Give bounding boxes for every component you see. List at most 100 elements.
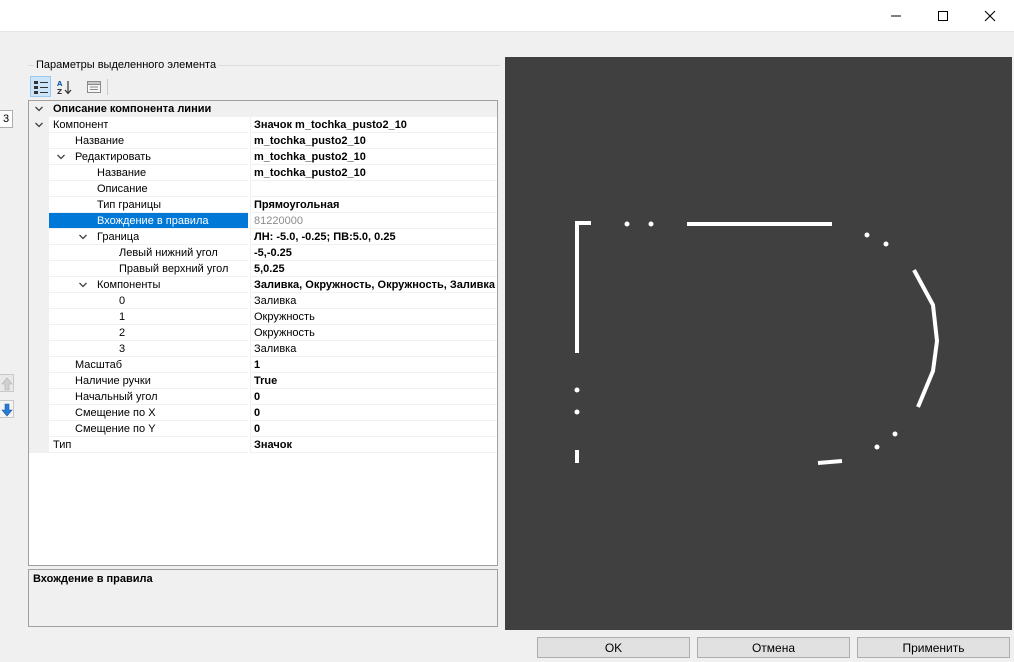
property-name: Компоненты xyxy=(97,279,161,291)
grid-property-row[interactable]: Редактировать m_tochka_pusto2_10 xyxy=(29,149,497,165)
ok-button[interactable]: OK xyxy=(537,637,690,658)
property-name-cell xyxy=(49,181,248,197)
chevron-down-icon[interactable] xyxy=(78,232,88,242)
property-value[interactable]: Прямоугольная xyxy=(250,197,497,213)
property-name: 0 xyxy=(119,295,126,307)
property-name: 1 xyxy=(119,311,126,323)
property-name: Левый нижний угол xyxy=(119,247,218,259)
property-value[interactable]: -5,-0.25 xyxy=(250,245,497,261)
group-box-title: Параметры выделенного элемента xyxy=(34,59,219,71)
property-value[interactable]: Значок xyxy=(250,437,497,453)
property-value[interactable]: Заливка, Окружность, Окружность, Заливка xyxy=(250,277,497,293)
preview-dot xyxy=(574,387,580,393)
number-field[interactable]: 3 xyxy=(0,110,13,128)
title-bar xyxy=(0,0,1014,32)
property-name-cell xyxy=(49,165,248,181)
property-name: Вхождение в правила xyxy=(97,215,209,227)
grid-property-row[interactable]: 1 Окружность xyxy=(29,309,497,325)
property-value[interactable]: Окружность xyxy=(250,325,497,341)
grid-property-row[interactable]: Компонент Значок m_tochka_pusto2_10 xyxy=(29,117,497,133)
property-name: Редактировать xyxy=(75,151,151,163)
property-value[interactable]: 1 xyxy=(250,357,497,373)
minimize-button[interactable] xyxy=(873,0,919,32)
grid-property-row[interactable]: Правый верхний угол 5,0.25 xyxy=(29,261,497,277)
symbol-preview[interactable] xyxy=(505,57,1012,630)
property-name: Тип границы xyxy=(97,199,162,211)
property-value[interactable]: 0 xyxy=(250,389,497,405)
row-gutter xyxy=(29,277,49,293)
property-value[interactable]: Значок m_tochka_pusto2_10 xyxy=(250,117,497,133)
property-value[interactable]: m_tochka_pusto2_10 xyxy=(250,149,497,165)
property-value[interactable] xyxy=(250,181,497,197)
chevron-down-icon[interactable] xyxy=(78,280,88,290)
svg-text:A: A xyxy=(57,80,63,88)
preview-dot xyxy=(648,221,654,227)
grid-property-row[interactable]: 2 Окружность xyxy=(29,325,497,341)
grid-property-row[interactable]: Левый нижний угол -5,-0.25 xyxy=(29,245,497,261)
preview-bottom-line xyxy=(817,459,843,465)
grid-property-row[interactable]: Смещение по Y 0 xyxy=(29,421,497,437)
property-value[interactable]: 5,0.25 xyxy=(250,261,497,277)
grid-property-row[interactable]: Вхождение в правила 81220000 xyxy=(29,213,497,229)
grid-property-row[interactable]: Граница ЛН: -5.0, -0.25; ПВ:5.0, 0.25 xyxy=(29,229,497,245)
row-gutter xyxy=(29,229,49,245)
preview-dot xyxy=(883,241,889,247)
maximize-button[interactable] xyxy=(920,0,966,32)
grid-property-row[interactable]: Наличие ручки True xyxy=(29,373,497,389)
preview-dot xyxy=(624,221,630,227)
row-gutter xyxy=(29,405,49,421)
property-name: Граница xyxy=(97,231,140,243)
preview-dot xyxy=(892,431,898,437)
grid-category-row[interactable]: Описание компонента линии xyxy=(29,101,497,117)
property-pages-button[interactable] xyxy=(83,76,104,97)
grid-property-row[interactable]: Начальный угол 0 xyxy=(29,389,497,405)
alphabetical-button[interactable]: A Z xyxy=(53,76,74,97)
toolbar-separator xyxy=(107,79,108,95)
grid-property-row[interactable]: 3 Заливка xyxy=(29,341,497,357)
property-value[interactable]: 0 xyxy=(250,405,497,421)
alphabetical-sort-icon: A Z xyxy=(57,80,71,95)
property-name: Наличие ручки xyxy=(75,375,151,387)
property-value[interactable]: 0 xyxy=(250,421,497,437)
chevron-down-icon[interactable] xyxy=(34,104,44,114)
row-gutter xyxy=(29,325,49,341)
move-down-button[interactable] xyxy=(0,400,14,418)
chevron-down-icon[interactable] xyxy=(34,120,44,130)
grid-property-row[interactable]: Название m_tochka_pusto2_10 xyxy=(29,165,497,181)
grid-property-row[interactable]: 0 Заливка xyxy=(29,293,497,309)
categorized-button[interactable] xyxy=(30,76,51,97)
property-name: 2 xyxy=(119,327,126,339)
property-value[interactable]: Заливка xyxy=(250,293,497,309)
grid-property-row[interactable]: Тип границы Прямоугольная xyxy=(29,197,497,213)
move-up-button[interactable] xyxy=(0,374,14,392)
property-value[interactable]: m_tochka_pusto2_10 xyxy=(250,133,497,149)
preview-arc xyxy=(912,269,940,408)
property-name: Тип xyxy=(53,439,72,451)
grid-property-row[interactable]: Название m_tochka_pusto2_10 xyxy=(29,133,497,149)
property-grid[interactable]: Описание компонента линии Компонент Значок… xyxy=(28,100,498,566)
cancel-button[interactable]: Отмена xyxy=(697,637,850,658)
apply-button[interactable]: Применить xyxy=(857,637,1010,658)
chevron-down-icon[interactable] xyxy=(56,152,66,162)
property-value[interactable]: Окружность xyxy=(250,309,497,325)
grid-property-row[interactable]: Компоненты Заливка, Окружность, Окружност… xyxy=(29,277,497,293)
property-name-cell xyxy=(49,341,248,357)
property-value[interactable]: True xyxy=(250,373,497,389)
description-panel: Вхождение в правила xyxy=(28,569,498,627)
close-button[interactable] xyxy=(967,0,1013,32)
property-value[interactable]: m_tochka_pusto2_10 xyxy=(250,165,497,181)
grid-property-row[interactable]: Описание xyxy=(29,181,497,197)
preview-dot xyxy=(864,232,870,238)
property-value[interactable]: 81220000 xyxy=(250,213,497,229)
grid-property-row[interactable]: Смещение по X 0 xyxy=(29,405,497,421)
grid-property-row[interactable]: Тип Значок xyxy=(29,437,497,453)
row-gutter xyxy=(29,245,49,261)
property-name: Название xyxy=(75,135,125,147)
property-value[interactable]: ЛН: -5.0, -0.25; ПВ:5.0, 0.25 xyxy=(250,229,497,245)
row-gutter xyxy=(29,261,49,277)
maximize-icon xyxy=(938,11,948,21)
grid-property-row[interactable]: Масштаб 1 xyxy=(29,357,497,373)
property-name: Смещение по Y xyxy=(75,423,156,435)
property-value[interactable]: Заливка xyxy=(250,341,497,357)
row-gutter xyxy=(29,213,49,229)
